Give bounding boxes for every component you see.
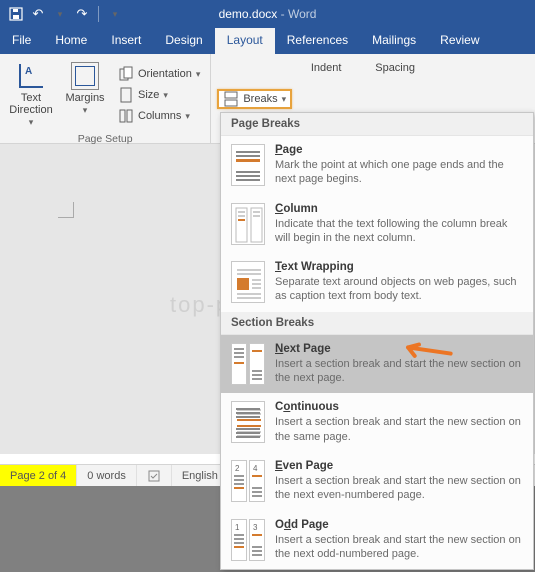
columns-icon [118, 108, 134, 124]
tab-review[interactable]: Review [428, 28, 491, 54]
menu-item-column[interactable]: Column Indicate that the text following … [221, 195, 533, 254]
page-break-icon [231, 144, 265, 186]
menu-item-even-page[interactable]: 2 4 Even Page Insert a section break and… [221, 452, 533, 511]
text-direction-button[interactable]: Text Direction ▾ [6, 58, 56, 132]
ribbon-tabs: File Home Insert Design Layout Reference… [0, 28, 535, 54]
even-page-desc: Insert a section break and start the new… [275, 474, 523, 503]
text-direction-icon [17, 62, 45, 90]
even-page-icon: 2 4 [231, 460, 265, 502]
page-number-status[interactable]: Page 2 of 4 [0, 465, 77, 486]
margins-label: Margins [65, 92, 104, 104]
margins-icon [71, 62, 99, 90]
columns-label: Columns [138, 110, 181, 122]
breaks-dropdown: Page Breaks Page Mark the point at which… [220, 112, 534, 570]
menu-item-continuous[interactable]: Continuous Insert a section break and st… [221, 393, 533, 452]
menu-item-text-wrapping[interactable]: Text Wrapping Separate text around objec… [221, 253, 533, 312]
undo-icon[interactable]: ↶ [28, 4, 48, 24]
column-desc: Indicate that the text following the col… [275, 217, 523, 246]
page-corner [20, 202, 80, 242]
undo-more-icon[interactable]: ▾ [50, 4, 70, 24]
page-breaks-header: Page Breaks [221, 113, 533, 136]
orientation-button[interactable]: Orientation▾ [114, 64, 204, 84]
odd-page-title: Odd Page [275, 519, 523, 531]
margins-button[interactable]: Margins ▾ [60, 58, 110, 132]
tab-references[interactable]: References [275, 28, 360, 54]
page-setup-group: Text Direction ▾ Margins ▾ Orientation▾ … [0, 54, 211, 143]
window-title: demo.docx - Word [219, 7, 317, 21]
text-wrapping-icon [231, 261, 265, 303]
continuous-title: Continuous [275, 401, 523, 413]
section-breaks-header: Section Breaks [221, 312, 533, 335]
page-desc: Mark the point at which one page ends an… [275, 158, 523, 187]
orientation-label: Orientation [138, 68, 192, 80]
quick-access-toolbar: ↶ ▾ ↷ ▾ [0, 4, 125, 24]
text-wrapping-title: Text Wrapping [275, 261, 523, 273]
page-current: Page 2 [10, 470, 45, 482]
breaks-button[interactable]: Breaks▾ [217, 89, 292, 109]
menu-item-next-page[interactable]: Next Page Insert a section break and sta… [221, 335, 533, 394]
tab-layout[interactable]: Layout [215, 28, 275, 54]
spell-check-icon[interactable] [137, 465, 172, 486]
word-count-status[interactable]: 0 words [77, 465, 137, 486]
tab-insert[interactable]: Insert [99, 28, 153, 54]
tab-home[interactable]: Home [43, 28, 99, 54]
continuous-desc: Insert a section break and start the new… [275, 415, 523, 444]
page-title: Page [275, 144, 523, 156]
menu-item-odd-page[interactable]: 1 3 Odd Page Insert a section break and … [221, 511, 533, 570]
odd-page-desc: Insert a section break and start the new… [275, 533, 523, 562]
document-name: demo.docx [219, 7, 278, 21]
size-button[interactable]: Size▾ [114, 85, 204, 105]
odd-page-icon: 1 3 [231, 519, 265, 561]
redo-icon[interactable]: ↷ [72, 4, 92, 24]
tab-design[interactable]: Design [153, 28, 214, 54]
size-icon [118, 87, 134, 103]
column-title: Column [275, 203, 523, 215]
app-name: Word [288, 7, 316, 21]
save-icon[interactable] [6, 4, 26, 24]
qat-customize-icon[interactable]: ▾ [105, 4, 125, 24]
text-direction-label: Text Direction [8, 92, 54, 116]
text-wrapping-desc: Separate text around objects on web page… [275, 275, 523, 304]
breaks-label: Breaks [243, 93, 277, 105]
tab-mailings[interactable]: Mailings [360, 28, 428, 54]
title-bar: ↶ ▾ ↷ ▾ demo.docx - Word [0, 0, 535, 28]
even-page-title: Even Page [275, 460, 523, 472]
continuous-icon [231, 401, 265, 443]
orientation-icon [118, 66, 134, 82]
menu-item-page[interactable]: Page Mark the point at which one page en… [221, 136, 533, 195]
columns-button[interactable]: Columns▾ [114, 106, 204, 126]
column-break-icon [231, 203, 265, 245]
page-total: of 4 [48, 470, 66, 482]
breaks-icon [223, 91, 239, 107]
size-label: Size [138, 89, 159, 101]
next-page-icon [231, 343, 265, 385]
tab-file[interactable]: File [0, 28, 43, 54]
